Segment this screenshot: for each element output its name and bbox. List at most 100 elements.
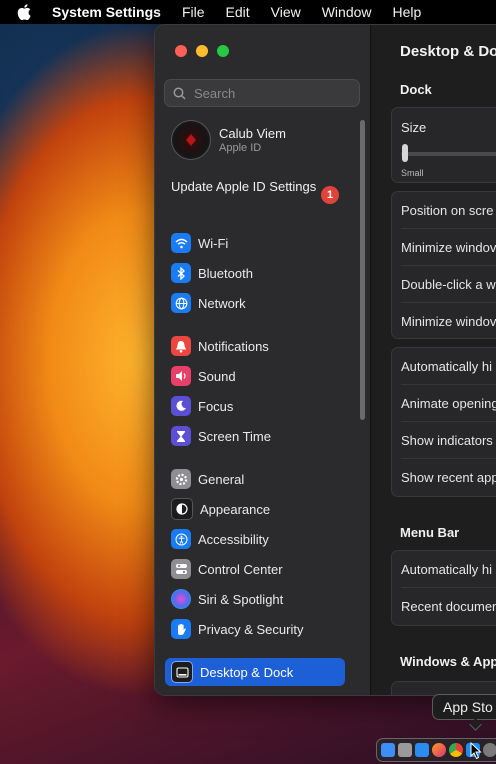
auto-hide-dock-row[interactable]: Automatically hi bbox=[401, 359, 492, 374]
close-button[interactable] bbox=[175, 45, 187, 57]
menu-file[interactable]: File bbox=[182, 4, 205, 20]
sidebar-item-general[interactable]: General bbox=[165, 465, 345, 493]
sidebar-item-label: Network bbox=[198, 295, 246, 311]
menu-edit[interactable]: Edit bbox=[226, 4, 250, 20]
sidebar-item-appearance[interactable]: Appearance bbox=[165, 495, 345, 523]
size-small-label: Small bbox=[401, 168, 424, 178]
wifi-icon bbox=[171, 233, 191, 253]
double-click-title-bar-row[interactable]: Double-click a w bbox=[401, 277, 496, 292]
menu-view[interactable]: View bbox=[271, 4, 301, 20]
sidebar-item-sound[interactable]: Sound bbox=[165, 362, 345, 390]
sidebar-item-label: Bluetooth bbox=[198, 265, 253, 281]
sidebar-item-label: Privacy & Security bbox=[198, 621, 304, 637]
gear-icon bbox=[171, 469, 191, 489]
sidebar-item-label: General bbox=[198, 471, 245, 487]
system-settings-dock-icon[interactable] bbox=[483, 743, 496, 757]
bluetooth-icon bbox=[171, 263, 191, 283]
show-indicators-row[interactable]: Show indicators bbox=[401, 433, 493, 448]
apple-id-profile[interactable]: Calub Viem Apple ID bbox=[171, 119, 361, 161]
sidebar-item-label: Appearance bbox=[200, 501, 271, 517]
profile-name: Calub Viem bbox=[219, 126, 286, 141]
menu-window[interactable]: Window bbox=[322, 4, 372, 20]
siri-icon bbox=[171, 589, 191, 609]
firefox-icon[interactable] bbox=[432, 743, 446, 757]
auto-hide-menu-bar-row[interactable]: Automatically hi bbox=[401, 562, 492, 577]
size-slider-knob[interactable] bbox=[402, 144, 408, 162]
appearance-icon bbox=[171, 498, 193, 520]
settings-window: Calub Viem Apple ID Update Apple ID Sett… bbox=[154, 24, 496, 696]
moon-icon bbox=[171, 396, 191, 416]
minimize-button[interactable] bbox=[196, 45, 208, 57]
sidebar-scrollbar[interactable] bbox=[360, 120, 365, 420]
sidebar-item-label: Siri & Spotlight bbox=[198, 591, 284, 607]
section-menu-bar-heading: Menu Bar bbox=[400, 525, 460, 540]
position-on-screen-row[interactable]: Position on scre bbox=[401, 203, 494, 218]
control-center-icon bbox=[171, 559, 191, 579]
menu-app-name[interactable]: System Settings bbox=[52, 4, 161, 20]
search-icon bbox=[173, 87, 186, 100]
hand-icon bbox=[171, 619, 191, 639]
dock-tooltip: App Sto bbox=[432, 694, 496, 720]
finder-icon[interactable] bbox=[381, 743, 395, 757]
menu-bar-group: Automatically hi Recent documen bbox=[391, 550, 496, 626]
profile-subtitle: Apple ID bbox=[219, 142, 262, 154]
divider bbox=[401, 421, 496, 422]
zoom-button[interactable] bbox=[217, 45, 229, 57]
hourglass-icon bbox=[171, 426, 191, 446]
mouse-cursor-icon bbox=[470, 742, 482, 760]
sidebar-item-screen-time[interactable]: Screen Time bbox=[165, 422, 345, 450]
bell-icon bbox=[171, 336, 191, 356]
search-field[interactable] bbox=[164, 79, 360, 107]
sidebar-item-label: Focus bbox=[198, 398, 234, 414]
divider bbox=[401, 384, 496, 385]
minimize-into-app-icon-row[interactable]: Minimize windov bbox=[401, 314, 496, 329]
accessibility-icon bbox=[171, 529, 191, 549]
sidebar-item-label: Wi-Fi bbox=[198, 235, 229, 251]
update-apple-id-link[interactable]: Update Apple ID Settings bbox=[171, 179, 341, 195]
speaker-icon bbox=[171, 366, 191, 386]
window-controls bbox=[175, 45, 229, 57]
size-slider-track[interactable] bbox=[401, 152, 496, 156]
sidebar-item-network[interactable]: Network bbox=[165, 289, 345, 317]
notification-badge: 1 bbox=[321, 186, 339, 204]
animate-opening-apps-row[interactable]: Animate opening bbox=[401, 396, 496, 411]
sidebar-item-label: Control Center bbox=[198, 561, 283, 577]
sidebar-item-notifications[interactable]: Notifications bbox=[165, 332, 345, 360]
divider bbox=[401, 458, 496, 459]
sidebar-item-control-center[interactable]: Control Center bbox=[165, 555, 345, 583]
sidebar: Calub Viem Apple ID Update Apple ID Sett… bbox=[155, 25, 371, 695]
sidebar-item-bluetooth[interactable]: Bluetooth bbox=[165, 259, 345, 287]
sidebar-item-accessibility[interactable]: Accessibility bbox=[165, 525, 345, 553]
divider bbox=[401, 265, 496, 266]
menu-help[interactable]: Help bbox=[393, 4, 422, 20]
show-recent-apps-row[interactable]: Show recent app bbox=[401, 470, 496, 485]
avatar bbox=[171, 120, 211, 160]
recent-documents-row[interactable]: Recent documen bbox=[401, 599, 496, 614]
size-group: Size Small bbox=[391, 107, 496, 183]
sidebar-item-label: Desktop & Dock bbox=[200, 664, 294, 680]
apple-menu-icon[interactable] bbox=[14, 0, 34, 24]
minimize-windows-using-row[interactable]: Minimize windov bbox=[401, 240, 496, 255]
sidebar-item-label: Sound bbox=[198, 368, 236, 384]
content-pane: Desktop & Do Dock Size Small Position on… bbox=[371, 25, 496, 695]
sidebar-item-focus[interactable]: Focus bbox=[165, 392, 345, 420]
sidebar-item-label: Screen Time bbox=[198, 428, 271, 444]
search-input[interactable] bbox=[192, 84, 356, 102]
dock-icon bbox=[171, 661, 193, 683]
sidebar-item-desktop-dock[interactable]: Desktop & Dock bbox=[165, 658, 345, 686]
size-label: Size bbox=[401, 120, 427, 135]
dock-options-group: Position on scre Minimize windov Double-… bbox=[391, 191, 496, 339]
sidebar-item-siri-spotlight[interactable]: Siri & Spotlight bbox=[165, 585, 345, 613]
menu-bar: System Settings File Edit View Window He… bbox=[0, 0, 496, 24]
safari-icon[interactable] bbox=[415, 743, 429, 757]
divider bbox=[401, 228, 496, 229]
launchpad-icon[interactable] bbox=[398, 743, 412, 757]
divider bbox=[401, 587, 496, 588]
sidebar-item-wifi[interactable]: Wi-Fi bbox=[165, 229, 345, 257]
chrome-icon[interactable] bbox=[449, 743, 463, 757]
globe-icon bbox=[171, 293, 191, 313]
section-dock-heading: Dock bbox=[400, 82, 432, 97]
sidebar-item-label: Notifications bbox=[198, 338, 269, 354]
sidebar-item-privacy-security[interactable]: Privacy & Security bbox=[165, 615, 345, 643]
section-windows-apps-heading: Windows & App bbox=[400, 654, 496, 669]
